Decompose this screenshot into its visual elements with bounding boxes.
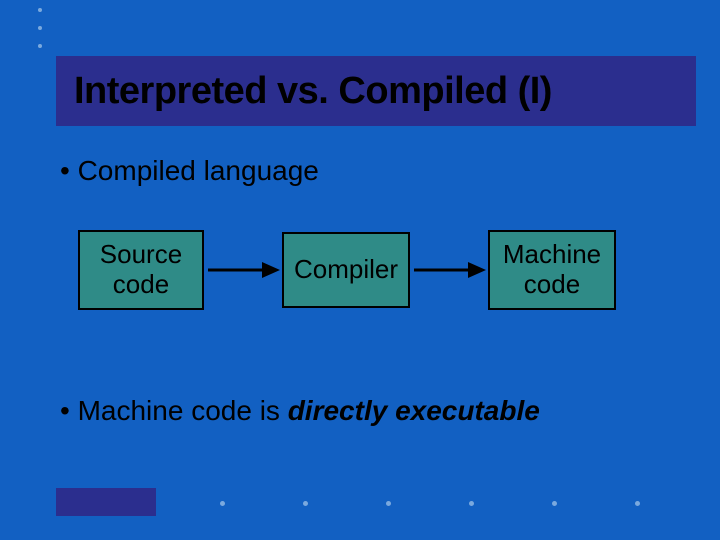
arrow-icon bbox=[204, 260, 282, 280]
bullet-emphasis: directly executable bbox=[288, 395, 540, 426]
decorative-dots-top bbox=[38, 8, 42, 62]
bullet-compiled-language: • Compiled language bbox=[60, 155, 319, 187]
bullet-text: • Machine code is bbox=[60, 395, 288, 426]
bullet-directly-executable: • Machine code is directly executable bbox=[60, 395, 540, 427]
footer-decoration bbox=[0, 488, 720, 516]
arrow-icon bbox=[410, 260, 488, 280]
box-label: Machine bbox=[503, 240, 601, 270]
box-label: Compiler bbox=[294, 255, 398, 285]
box-machine-code: Machine code bbox=[488, 230, 616, 310]
slide-title: Interpreted vs. Compiled (I) bbox=[74, 70, 552, 113]
box-label: code bbox=[113, 270, 169, 300]
box-label: code bbox=[524, 270, 580, 300]
box-source-code: Source code bbox=[78, 230, 204, 310]
compile-diagram: Source code Compiler Machine code bbox=[78, 230, 616, 310]
footer-block bbox=[56, 488, 156, 516]
box-compiler: Compiler bbox=[282, 232, 410, 308]
title-bar: Interpreted vs. Compiled (I) bbox=[56, 56, 696, 126]
decorative-dots-bottom bbox=[220, 501, 640, 506]
box-label: Source bbox=[100, 240, 182, 270]
